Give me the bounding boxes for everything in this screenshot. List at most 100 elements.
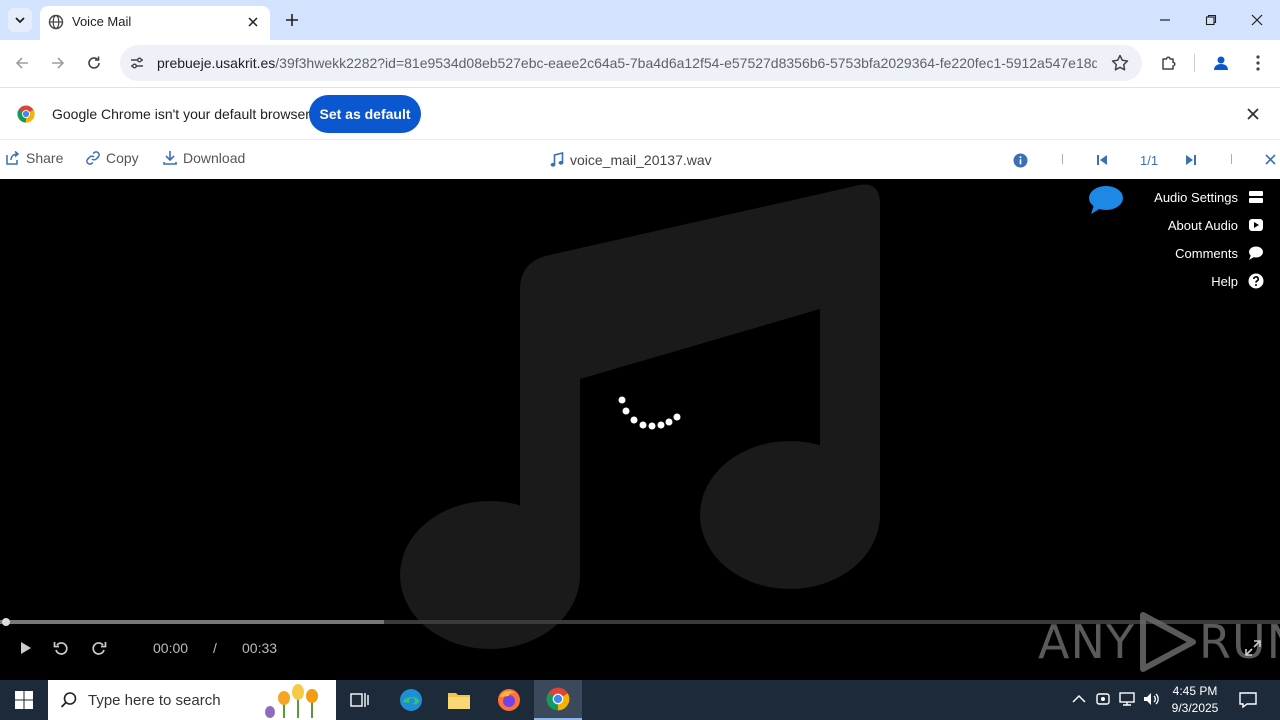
page-counter: 1/1: [1140, 153, 1159, 168]
help-icon: [1248, 273, 1264, 289]
url-path: /39f3hwekk2282?id=81e9534d08eb527ebc-eae…: [275, 55, 1097, 71]
site-settings-icon[interactable]: [128, 54, 146, 72]
firefox-taskbar-button[interactable]: [485, 680, 533, 720]
help-item[interactable]: Help: [1154, 267, 1264, 295]
chevron-down-icon: [15, 17, 25, 24]
play-outline-icon: [1139, 612, 1196, 672]
info-icon[interactable]: [1013, 153, 1028, 168]
header-separator: [1231, 154, 1232, 164]
minimize-icon: [1160, 19, 1170, 21]
avatar-icon: [1214, 56, 1228, 70]
arrow-left-icon: [15, 57, 28, 69]
about-audio-item[interactable]: About Audio: [1154, 211, 1264, 239]
watermark-right: RUN: [1198, 615, 1280, 669]
expand-icon: [1245, 640, 1261, 656]
speaker-icon[interactable]: [1142, 690, 1160, 708]
kebab-menu-icon: [1256, 55, 1260, 71]
profile-button[interactable]: [1210, 52, 1232, 74]
chevron-up-icon[interactable]: [1070, 690, 1088, 708]
address-bar[interactable]: prebueje.usakrit.es/39f3hwekk2282?id=81e…: [120, 45, 1142, 81]
help-label: Help: [1211, 273, 1238, 289]
duration: 00:33: [242, 640, 278, 656]
start-button[interactable]: [0, 680, 48, 720]
header-separator: [1062, 154, 1063, 164]
browser-tab[interactable]: Voice Mail: [40, 6, 270, 40]
close-window-button[interactable]: [1246, 9, 1268, 31]
arrow-right-icon: [52, 57, 65, 69]
file-explorer-taskbar-button[interactable]: [435, 680, 483, 720]
viewer-header: Share Copy Download voice_mail_20137.wav…: [0, 139, 1280, 179]
extensions-button[interactable]: [1158, 52, 1180, 74]
firefox-icon: [498, 689, 520, 711]
copy-button[interactable]: Copy: [85, 150, 139, 166]
file-name: voice_mail_20137.wav: [570, 152, 712, 168]
chat-bubble-icon[interactable]: [1088, 185, 1124, 215]
tab-title: Voice Mail: [72, 14, 132, 29]
new-tab-button[interactable]: [282, 10, 302, 30]
forward-button[interactable]: [47, 52, 69, 74]
download-label: Download: [183, 150, 246, 166]
url-host: prebueje.usakrit.es: [157, 55, 276, 71]
watermark-left: ANY: [1038, 615, 1135, 669]
url-text: prebueje.usakrit.es/39f3hwekk2282?id=81e…: [157, 55, 1097, 71]
close-icon: [248, 17, 258, 27]
puzzle-icon: [1162, 56, 1176, 70]
meet-now-icon[interactable]: [1094, 690, 1112, 708]
play-icon: [21, 642, 31, 654]
buffered-progress: [0, 620, 384, 624]
globe-icon: [48, 14, 64, 30]
download-button[interactable]: Download: [162, 150, 245, 166]
restore-button[interactable]: [1200, 9, 1222, 31]
reload-icon: [88, 56, 100, 69]
clock-time: 4:45 PM: [1172, 684, 1218, 698]
copy-label: Copy: [106, 150, 139, 166]
notification-icon[interactable]: [1238, 690, 1258, 710]
first-page-icon[interactable]: [1096, 154, 1108, 166]
tulips-icon: [265, 684, 318, 718]
side-menu: Audio Settings About Audio Comments Help: [1154, 183, 1264, 295]
last-page-icon[interactable]: [1185, 154, 1197, 166]
windows-taskbar: Type here to search 4:45 PM 9/3/2025: [0, 680, 1280, 720]
download-icon: [163, 151, 177, 165]
current-time: 00:00: [153, 640, 189, 656]
default-browser-infobar: Google Chrome isn't your default browser…: [0, 87, 1280, 139]
set-as-default-button[interactable]: Set as default: [309, 95, 421, 133]
clock-date: 9/3/2025: [1171, 701, 1219, 715]
rewind-button[interactable]: [51, 638, 71, 658]
task-view-button[interactable]: [336, 680, 384, 720]
rotate-right-icon: [92, 642, 107, 655]
network-icon[interactable]: [1118, 690, 1136, 708]
chrome-menu-button[interactable]: [1247, 52, 1269, 74]
audio-settings-item[interactable]: Audio Settings: [1154, 183, 1264, 211]
star-icon[interactable]: [1110, 53, 1130, 73]
reload-button[interactable]: [83, 52, 105, 74]
about-audio-label: About Audio: [1167, 217, 1238, 233]
infobar-message: Google Chrome isn't your default browser: [52, 106, 310, 122]
share-button[interactable]: Share: [5, 150, 63, 166]
forward-skip-button[interactable]: [89, 638, 109, 658]
task-view-icon: [350, 693, 369, 707]
fullscreen-button[interactable]: [1243, 638, 1263, 658]
file-title: voice_mail_20137.wav: [550, 152, 712, 168]
tab-close-button[interactable]: [244, 13, 262, 31]
progress-handle[interactable]: [2, 618, 10, 626]
folder-icon: [448, 693, 470, 709]
minimize-button[interactable]: [1154, 9, 1176, 31]
taskbar-search-box[interactable]: Type here to search: [48, 680, 336, 720]
tab-search-button[interactable]: [8, 8, 32, 32]
back-button[interactable]: [11, 52, 33, 74]
tab-strip: Voice Mail: [0, 0, 1280, 40]
comments-item[interactable]: Comments: [1154, 239, 1264, 267]
edge-taskbar-button[interactable]: [387, 680, 435, 720]
play-button[interactable]: [16, 638, 36, 658]
share-icon: [6, 150, 20, 165]
audio-settings-label: Audio Settings: [1154, 189, 1238, 205]
rotate-left-icon: [53, 642, 68, 655]
close-icon[interactable]: [1244, 105, 1262, 123]
system-clock[interactable]: 4:45 PM 9/3/2025: [1160, 683, 1230, 717]
link-icon: [86, 151, 100, 165]
chrome-taskbar-button[interactable]: [534, 680, 582, 720]
close-icon[interactable]: [1265, 154, 1276, 165]
close-icon: [1251, 14, 1263, 26]
plus-icon: [286, 14, 298, 26]
